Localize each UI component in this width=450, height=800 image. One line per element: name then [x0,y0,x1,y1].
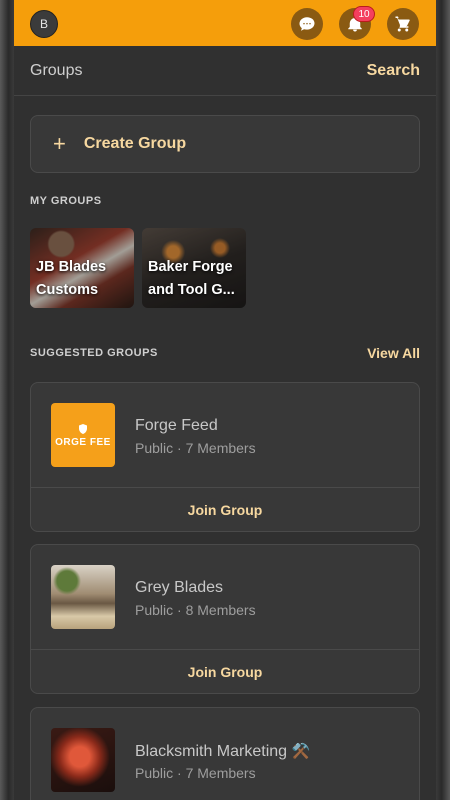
notifications-button[interactable]: 10 [339,6,375,40]
join-group-button[interactable]: Join Group [31,488,419,531]
shield-icon [79,423,87,434]
group-thumbnail [51,565,115,629]
page-title: Groups [30,61,83,79]
group-name[interactable]: Forge Feed [135,417,218,435]
my-group-tile[interactable]: JB Blades Customs [30,228,134,308]
group-card: ORGE FEE Forge Feed Public · 7 Members J… [30,382,420,532]
group-thumbnail [51,728,115,792]
create-group-button[interactable]: + Create Group [30,115,420,173]
phone-frame-right [436,0,450,800]
cart-button[interactable] [387,8,419,40]
thumbnail-text: ORGE FEE [55,436,111,448]
chat-button[interactable] [291,8,323,40]
top-bar: B 10 [14,0,436,46]
join-group-button[interactable]: Join Group [31,650,419,693]
my-groups-heading: MY GROUPS [30,195,102,207]
hammer-pick-icon: ⚒️ [291,743,311,760]
plus-icon: + [53,131,66,156]
suggested-groups-heading: SUGGESTED GROUPS [30,347,158,359]
my-group-name: Baker Forge and Tool G... [148,259,235,298]
cart-icon [395,16,410,32]
group-thumbnail: ORGE FEE [51,403,115,467]
my-group-tile[interactable]: Baker Forge and Tool G... [142,228,246,308]
view-all-link[interactable]: View All [367,345,420,361]
create-group-label: Create Group [83,135,187,152]
group-card: Blacksmith Marketing ⚒️ Public · 7 Membe… [30,707,420,800]
search-button[interactable]: Search [367,62,420,80]
my-group-name: JB Blades Customs [36,259,107,298]
page-header: Groups Search [14,46,436,96]
group-meta: Public · 7 Members [135,440,256,456]
group-name-text: Blacksmith Marketing [135,743,288,760]
group-meta: Public · 7 Members [135,765,256,781]
group-meta: Public · 8 Members [135,602,256,618]
my-groups-list: JB Blades Customs Baker Forge and Tool G… [30,228,246,308]
group-name[interactable]: Grey Blades [135,579,223,597]
app-screen: B 10 Groups Search + Create Group MY GRO… [14,0,436,800]
phone-frame-left [0,0,14,800]
notification-badge: 10 [353,6,375,22]
avatar[interactable]: B [30,10,58,38]
group-name[interactable]: Blacksmith Marketing ⚒️ [135,742,310,761]
chat-icon [299,17,315,31]
group-card: Grey Blades Public · 8 Members Join Grou… [30,544,420,694]
